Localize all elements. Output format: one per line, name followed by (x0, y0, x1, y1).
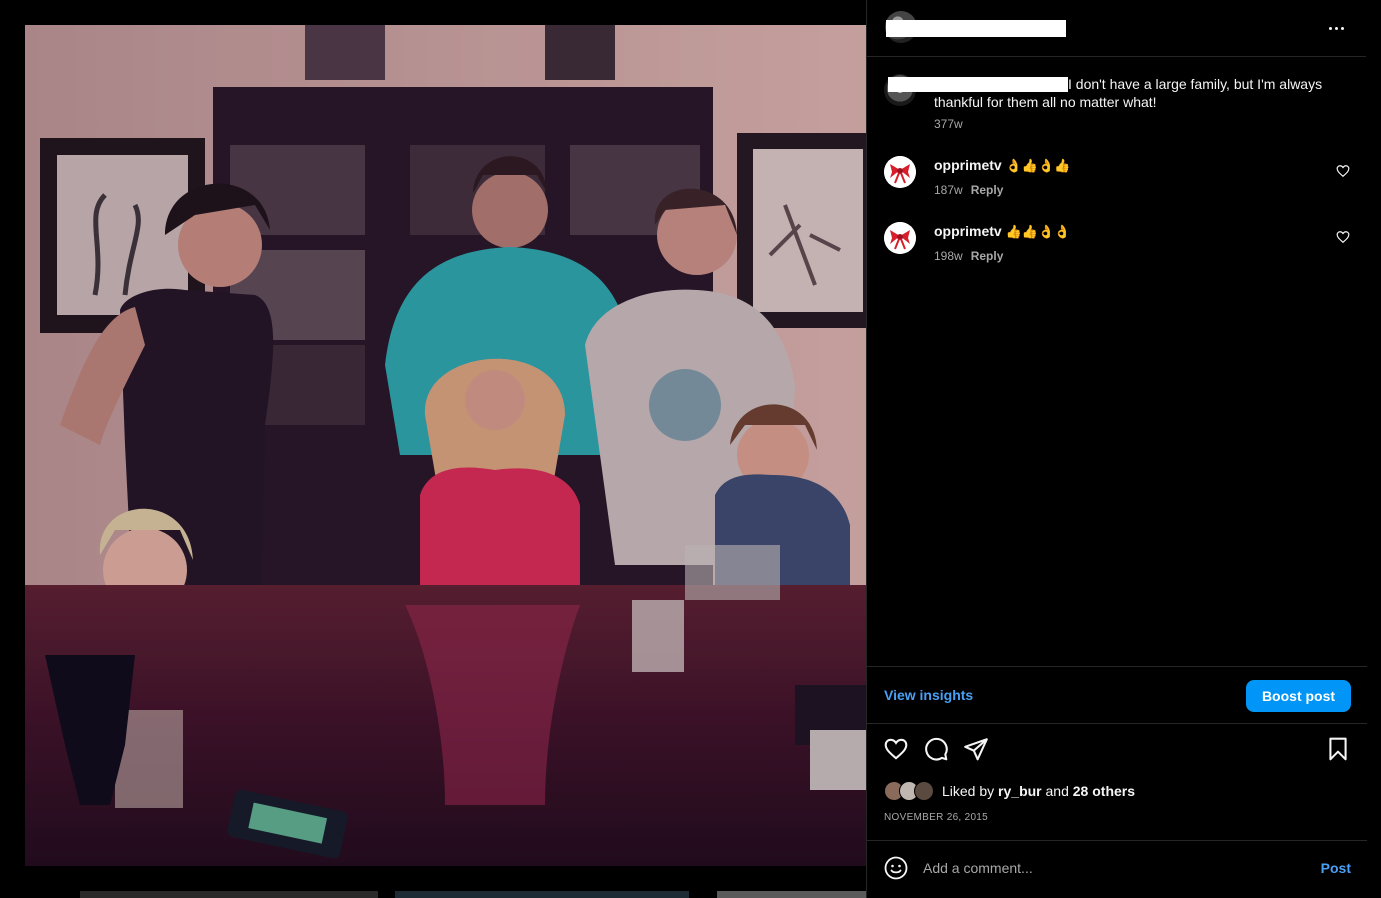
more-options-icon[interactable] (1326, 18, 1346, 38)
commenter-avatar[interactable] (884, 156, 916, 188)
caption-timestamp: 377w (934, 117, 963, 131)
post-comment-button[interactable]: Post (1321, 860, 1351, 876)
boost-post-button[interactable]: Boost post (1246, 680, 1351, 712)
redacted-username (886, 20, 1066, 37)
comment-username[interactable]: opprimetv 👍👍👌👌 (934, 223, 1070, 240)
bookmark-icon[interactable] (1325, 736, 1351, 762)
comment-text: 👌👍👌👍 (1005, 159, 1071, 174)
post-actions (867, 736, 1367, 766)
bow-avatar-icon (884, 156, 916, 188)
comment-item: opprimetv 👌👍👌👍 187w Reply (884, 156, 1354, 206)
likes-others-link[interactable]: 28 others (1073, 783, 1135, 799)
reply-button[interactable]: Reply (971, 183, 1004, 197)
commenter-avatar[interactable] (884, 222, 916, 254)
bow-avatar-icon (884, 222, 916, 254)
comment-heart-icon[interactable] (1336, 164, 1350, 178)
insights-bar: View insights Boost post (867, 666, 1367, 724)
comment-text: 👍👍👌👌 (1005, 225, 1071, 240)
comment-input[interactable] (923, 858, 1283, 878)
comment-meta: 187w Reply (934, 183, 1003, 197)
comment-meta: 198w Reply (934, 249, 1003, 263)
comment-icon[interactable] (923, 736, 949, 762)
reply-button[interactable]: Reply (971, 249, 1004, 263)
view-insights-link[interactable]: View insights (884, 687, 973, 703)
likes-summary: Liked by ry_bur and 28 others (884, 780, 1135, 802)
likes-text: Liked by ry_bur and 28 others (942, 783, 1136, 799)
post-details-panel: I don't have a large family, but I'm alw… (866, 0, 1367, 898)
comment-heart-icon[interactable] (1336, 230, 1350, 244)
family-photo (25, 25, 866, 866)
comment-timestamp: 198w (934, 249, 963, 263)
liker-username[interactable]: ry_bur (998, 783, 1042, 799)
add-comment-bar: Post (867, 840, 1367, 898)
thumbnail[interactable] (395, 891, 689, 898)
liker-avatars (884, 780, 938, 802)
comment-item: opprimetv 👍👍👌👌 198w Reply (884, 222, 1354, 272)
post-date: NOVEMBER 26, 2015 (884, 812, 989, 823)
post-photo[interactable] (25, 25, 866, 866)
comment-username[interactable]: opprimetv 👌👍👌👍 (934, 157, 1070, 174)
comment-timestamp: 187w (934, 183, 963, 197)
post-header (867, 0, 1366, 57)
heart-icon[interactable] (883, 736, 909, 762)
caption-text: I don't have a large family, but I'm alw… (934, 76, 1323, 110)
comments-section: I don't have a large family, but I'm alw… (867, 58, 1367, 666)
thumbnail[interactable] (80, 891, 378, 898)
emoji-icon[interactable] (884, 856, 908, 880)
share-icon[interactable] (963, 736, 989, 762)
liker-avatar[interactable] (914, 781, 934, 801)
